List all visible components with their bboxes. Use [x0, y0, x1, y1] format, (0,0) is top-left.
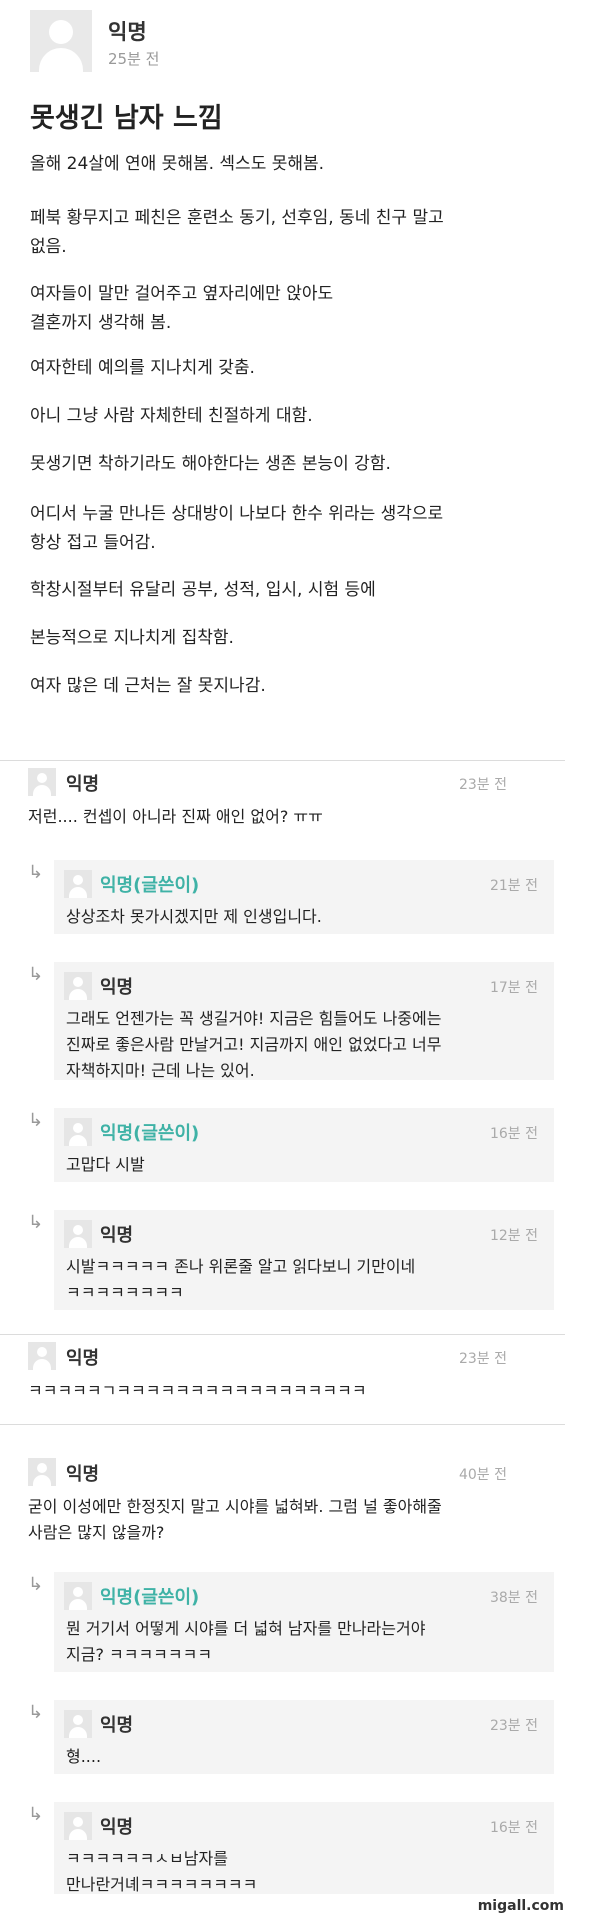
- avatar[interactable]: [64, 1220, 92, 1248]
- comment-author[interactable]: 익명: [66, 1344, 99, 1370]
- reply-text: ㅋㅋㅋㅋㅋㅋㅋㅋ: [66, 1283, 184, 1302]
- post-paragraph-line: 어디서 누굴 만나든 상대방이 나보다 한수 위라는 생각으로: [30, 504, 444, 524]
- comment-author[interactable]: 익명: [66, 1460, 99, 1486]
- reply-text: 형....: [66, 1747, 102, 1766]
- reply: 익명 17분 전그래도 언젠가는 꼭 생길거야! 지금은 힘들어도 나중에는진짜로…: [54, 962, 554, 1080]
- avatar[interactable]: [28, 1458, 56, 1486]
- reply-timestamp: 21분 전: [489, 878, 538, 894]
- post-paragraph-line: 아니 그냥 사람 자체한테 친절하게 대함.: [30, 406, 313, 426]
- avatar-person-icon: [73, 1587, 83, 1597]
- avatar[interactable]: [64, 1582, 92, 1610]
- avatar[interactable]: [64, 870, 92, 898]
- reply-timestamp: 16분 전: [489, 1820, 538, 1836]
- reply-text: 지금? ㅋㅋㅋㅋㅋㅋㅋ: [66, 1645, 213, 1664]
- reply-arrow-icon: ↳: [28, 862, 44, 883]
- reply-timestamp: 23분 전: [489, 1718, 538, 1734]
- post-paragraph-line: 여자 많은 데 근처는 잘 못지나감.: [30, 676, 266, 696]
- reply-text: 고맙다 시발: [66, 1155, 145, 1174]
- reply: 익명(글쓴이) 38분 전뭔 거기서 어떻게 시야를 더 넓혀 남자를 만나라는거…: [54, 1572, 554, 1672]
- avatar-person-icon: [49, 20, 73, 44]
- post-paragraph-line: 올해 24살에 연애 못해봄. 섹스도 못해봄.: [30, 154, 325, 174]
- reply: 익명 16분 전 ㅋㅋㅋㅋㅋㅋㅅㅂ남자를만나란거녜ㅋㅋㅋㅋㅋㅋㅋㅋ: [54, 1802, 554, 1894]
- avatar[interactable]: [64, 1812, 92, 1840]
- reply-author[interactable]: 익명(글쓴이): [100, 1583, 199, 1609]
- post-paragraph-line: 여자한테 예의를 지나치게 갖춤.: [30, 358, 255, 378]
- post-paragraph-line: 학창시절부터 유달리 공부, 성적, 입시, 시험 등에: [30, 580, 376, 600]
- comment-author[interactable]: 익명: [66, 770, 99, 796]
- avatar-person-icon: [73, 1225, 83, 1235]
- reply-text: 자책하지마! 근데 나는 있어.: [66, 1061, 255, 1080]
- page-title: 못생긴 남자 느낌: [30, 103, 223, 134]
- avatar[interactable]: [30, 10, 92, 72]
- reply: 익명 23분 전형....: [54, 1700, 554, 1774]
- post-header: 익명 25분 전: [30, 10, 570, 74]
- reply-text: 시발ㅋㅋㅋㅋㅋ 존나 위론줄 알고 읽다보니 기만이네: [66, 1257, 416, 1276]
- comment-divider: [0, 760, 565, 761]
- avatar-person-icon: [73, 875, 83, 885]
- reply-timestamp: 12분 전: [489, 1228, 538, 1244]
- comment-timestamp: 23분 전: [458, 777, 507, 793]
- reply-text: 뭔 거기서 어떻게 시야를 더 넓혀 남자를 만나라는거야: [66, 1619, 426, 1638]
- reply-text: 상상조차 못가시겠지만 제 인생입니다.: [66, 907, 322, 926]
- comment-timestamp: 23분 전: [458, 1351, 507, 1367]
- avatar[interactable]: [28, 1342, 56, 1370]
- avatar-person-icon: [73, 1715, 83, 1725]
- reply: 익명(글쓴이) 16분 전고맙다 시발: [54, 1108, 554, 1182]
- post-author[interactable]: 익명: [108, 16, 147, 46]
- comment-divider: [0, 1424, 565, 1425]
- avatar-person-icon: [37, 1463, 47, 1473]
- post-paragraph-line: 여자들이 말만 걸어주고 옆자리에만 앉아도: [30, 284, 334, 304]
- reply-author[interactable]: 익명(글쓴이): [100, 871, 199, 897]
- reply: 익명(글쓴이) 21분 전상상조차 못가시겠지만 제 인생입니다.: [54, 860, 554, 934]
- reply-author[interactable]: 익명: [100, 1711, 133, 1737]
- reply-arrow-icon: ↳: [28, 1804, 44, 1825]
- comment-text: 저런.... 컨셉이 아니라 진짜 애인 없어? ㅠㅠ: [28, 807, 323, 826]
- comment-text: 사람은 많지 않을까?: [28, 1523, 165, 1542]
- reply-author[interactable]: 익명: [100, 1221, 133, 1247]
- comment-divider: [0, 1334, 565, 1335]
- comment-timestamp: 40분 전: [458, 1467, 507, 1483]
- reply-arrow-icon: ↳: [28, 964, 44, 985]
- watermark: migall.com: [477, 1898, 564, 1914]
- reply-arrow-icon: ↳: [28, 1574, 44, 1595]
- post-paragraph-line: 못생기면 착하기라도 해야한다는 생존 본능이 강함.: [30, 454, 391, 474]
- avatar[interactable]: [64, 1118, 92, 1146]
- avatar-person-icon: [73, 1817, 83, 1827]
- reply-timestamp: 38분 전: [489, 1590, 538, 1606]
- post-paragraph-line: 결혼까지 생각해 봄.: [30, 313, 172, 333]
- avatar-person-icon: [73, 1123, 83, 1133]
- avatar[interactable]: [28, 768, 56, 796]
- reply-text: 만나란거녜ㅋㅋㅋㅋㅋㅋㅋㅋ: [66, 1875, 258, 1894]
- reply-author[interactable]: 익명(글쓴이): [100, 1119, 199, 1145]
- post-paragraph-line: 항상 접고 들어감.: [30, 533, 156, 553]
- reply-arrow-icon: ↳: [28, 1212, 44, 1233]
- reply-timestamp: 17분 전: [489, 980, 538, 996]
- avatar[interactable]: [64, 1710, 92, 1738]
- reply: 익명 12분 전시발ㅋㅋㅋㅋㅋ 존나 위론줄 알고 읽다보니 기만이네 ㅋㅋㅋㅋㅋㅋ…: [54, 1210, 554, 1310]
- post-paragraph-line: 본능적으로 지나치게 집착함.: [30, 628, 234, 648]
- comment-text: ㅋㅋㅋㅋㅋㄱㅋㅋㅋㅋㅋㅋㅋㅋㅋㅋㅋㅋㅋㅋㅋㅋㅋ: [28, 1381, 367, 1400]
- post-timestamp: 25분 전: [108, 50, 160, 68]
- reply-arrow-icon: ↳: [28, 1702, 44, 1723]
- avatar-person-icon: [37, 1347, 47, 1357]
- reply-text: ㅋㅋㅋㅋㅋㅋㅅㅂ남자를: [66, 1849, 228, 1868]
- reply-timestamp: 16분 전: [489, 1126, 538, 1142]
- reply-author[interactable]: 익명: [100, 973, 133, 999]
- comment-text: 굳이 이성에만 한정짓지 말고 시야를 넓혀봐. 그럼 널 좋아해줄: [28, 1497, 442, 1516]
- avatar-person-icon: [73, 977, 83, 987]
- reply-text: 그래도 언젠가는 꼭 생길거야! 지금은 힘들어도 나중에는: [66, 1009, 442, 1028]
- avatar[interactable]: [64, 972, 92, 1000]
- post-paragraph-line: 없음.: [30, 237, 67, 257]
- avatar-person-icon: [37, 773, 47, 783]
- post-paragraph-line: 페북 황무지고 페친은 훈련소 동기, 선후임, 동네 친구 말고: [30, 208, 444, 228]
- reply-author[interactable]: 익명: [100, 1813, 133, 1839]
- reply-arrow-icon: ↳: [28, 1110, 44, 1131]
- reply-text: 진짜로 좋은사람 만날거고! 지금까지 애인 없었다고 너무: [66, 1035, 442, 1054]
